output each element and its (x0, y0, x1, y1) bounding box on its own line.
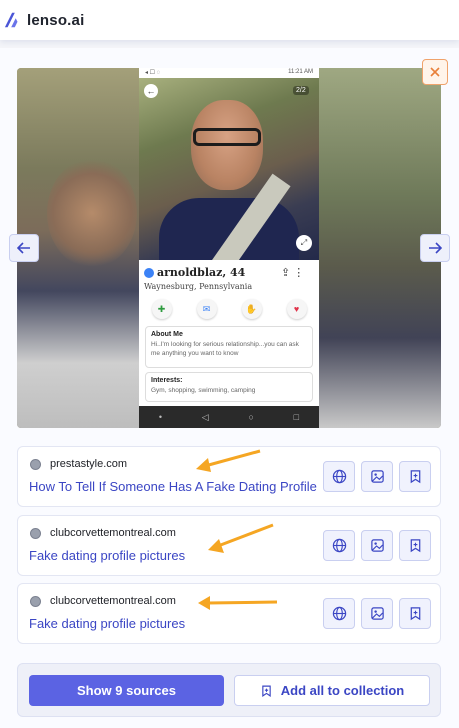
bookmark-button[interactable] (399, 461, 431, 492)
result-domain[interactable]: clubcorvettemontreal.com (50, 527, 176, 539)
image-viewer: ◂ ☐ ◌ 11:21 AM ← 2/2 ⤢ arnoldblaz, 44 Wa… (17, 68, 441, 428)
interests-title: Interests: (151, 377, 183, 384)
image-icon (370, 539, 384, 552)
view-image-button[interactable] (361, 530, 393, 561)
phone-status-bar: ◂ ☐ ◌ 11:21 AM (139, 68, 319, 78)
result-card[interactable]: clubcorvettemontreal.com Fake dating pro… (17, 515, 441, 576)
about-title: About Me (151, 331, 183, 338)
result-domain[interactable]: prestastyle.com (50, 458, 127, 470)
message-icon: ✉ (196, 299, 217, 319)
view-image-button[interactable] (361, 461, 393, 492)
globe-icon (332, 606, 346, 621)
interests-text: Gym, shopping, swimming, camping (151, 387, 256, 394)
add-all-label: Add all to collection (280, 683, 405, 698)
status-icons: ◂ ☐ ◌ (145, 70, 161, 76)
nav-recent-icon: □ (293, 412, 300, 422)
close-button[interactable] (422, 59, 448, 85)
profile-location: Waynesburg, Pennsylvania (144, 282, 253, 291)
profile-photo (139, 78, 319, 260)
lenso-logo-icon[interactable] (4, 11, 22, 29)
footer-actions: Show 9 sources Add all to collection (17, 663, 441, 717)
image-icon (370, 470, 384, 483)
globe-icon (332, 538, 346, 553)
previous-image-button[interactable] (9, 234, 39, 262)
site-favicon-icon (30, 528, 41, 539)
profile-name: arnoldblaz, 44 (157, 266, 246, 279)
profile-actions: ✚ ✉ ✋ ♥ (139, 299, 319, 319)
about-text: Hi..I'm looking for serious relationship… (151, 341, 299, 357)
bookmark-add-icon (262, 685, 271, 697)
next-image-button[interactable] (420, 234, 450, 262)
dating-profile-screenshot: ◂ ☐ ◌ 11:21 AM ← 2/2 ⤢ arnoldblaz, 44 Wa… (139, 68, 319, 428)
site-favicon-icon (30, 459, 41, 470)
brand-name[interactable]: lenso.ai (27, 12, 84, 29)
nav-home-icon: ○ (248, 412, 254, 422)
nav-back-icon: ◁ (201, 411, 209, 422)
share-icon: ⇪ ⋮ (281, 267, 305, 279)
arrow-right-icon (429, 242, 442, 254)
bookmark-button[interactable] (399, 530, 431, 561)
photo-counter: 2/2 (293, 86, 309, 95)
profile-name-row: arnoldblaz, 44 (144, 266, 245, 279)
visit-site-button[interactable] (323, 598, 355, 629)
bookmark-add-icon (410, 607, 420, 621)
add-friend-icon: ✚ (151, 299, 172, 319)
visit-site-button[interactable] (323, 530, 355, 561)
status-time: 11:21 AM (288, 69, 313, 75)
heart-icon: ♥ (286, 299, 307, 319)
result-card[interactable]: clubcorvettemontreal.com Fake dating pro… (17, 583, 441, 644)
close-icon (430, 67, 440, 77)
result-title[interactable]: How To Tell If Someone Has A Fake Dating… (29, 479, 319, 494)
expand-icon: ⤢ (296, 235, 312, 251)
arrow-left-icon (17, 242, 30, 254)
top-bar: lenso.ai (0, 0, 459, 40)
show-sources-button[interactable]: Show 9 sources (29, 675, 224, 706)
site-favicon-icon (30, 596, 41, 607)
visit-site-button[interactable] (323, 461, 355, 492)
view-image-button[interactable] (361, 598, 393, 629)
wave-icon: ✋ (241, 299, 262, 319)
about-card: About Me Hi..I'm looking for serious rel… (145, 326, 313, 368)
image-icon (370, 607, 384, 620)
phone-nav-bar: • ◁ ○ □ (139, 406, 319, 428)
add-all-to-collection-button[interactable]: Add all to collection (234, 675, 430, 706)
interests-card: Interests: Gym, shopping, swimming, camp… (145, 372, 313, 402)
photo-glasses (193, 128, 261, 146)
bookmark-button[interactable] (399, 598, 431, 629)
nav-dot-icon: • (158, 412, 163, 422)
bookmark-add-icon (410, 539, 420, 553)
result-domain[interactable]: clubcorvettemontreal.com (50, 595, 176, 607)
bookmark-add-icon (410, 470, 420, 484)
phone-back-icon: ← (144, 84, 158, 98)
result-title[interactable]: Fake dating profile pictures (29, 548, 319, 563)
result-card[interactable]: prestastyle.com How To Tell If Someone H… (17, 446, 441, 507)
result-title[interactable]: Fake dating profile pictures (29, 616, 319, 631)
verified-icon (144, 267, 154, 278)
globe-icon (332, 469, 346, 484)
